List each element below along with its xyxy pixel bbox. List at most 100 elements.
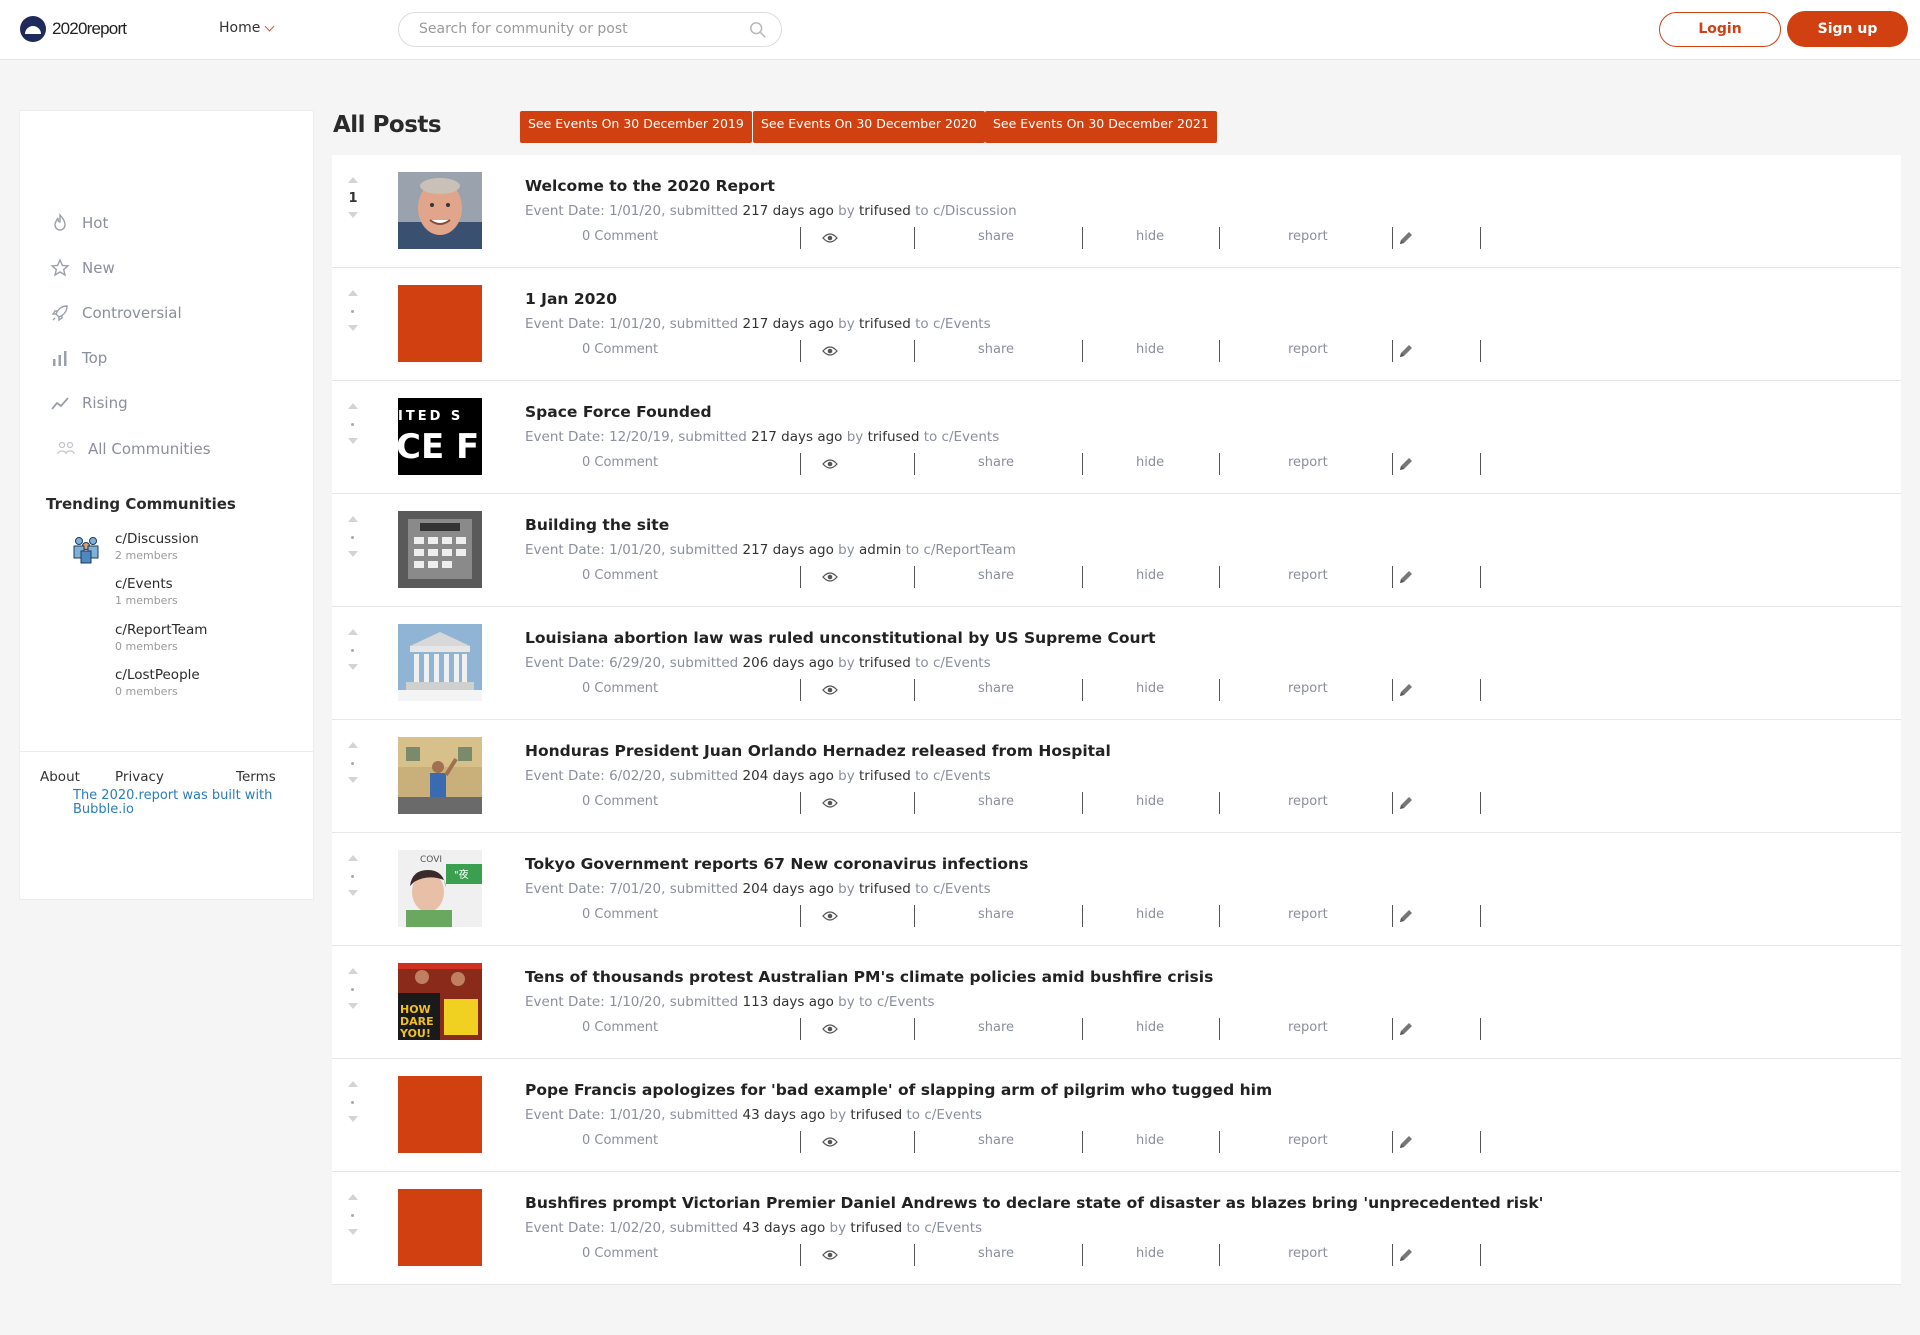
comment-link[interactable]: 0 Comment	[582, 1020, 658, 1035]
upvote-arrow-icon[interactable]	[348, 403, 358, 409]
share-link[interactable]: share	[978, 342, 1014, 357]
report-link[interactable]: report	[1288, 1246, 1328, 1261]
post-author-link[interactable]: admin	[859, 542, 901, 558]
post-title[interactable]: Louisiana abortion law was ruled unconst…	[525, 629, 1156, 647]
downvote-arrow-icon[interactable]	[348, 1116, 358, 1122]
eye-icon[interactable]	[822, 458, 838, 470]
post-community-link[interactable]: to c/Events	[859, 994, 935, 1010]
comment-link[interactable]: 0 Comment	[582, 229, 658, 244]
downvote-arrow-icon[interactable]	[348, 777, 358, 783]
post-author-link[interactable]: trifused	[850, 1220, 902, 1236]
downvote-arrow-icon[interactable]	[348, 551, 358, 557]
edit-pencil-icon[interactable]	[1398, 456, 1414, 472]
edit-pencil-icon[interactable]	[1398, 1247, 1414, 1263]
eye-icon[interactable]	[822, 232, 838, 244]
post-community-link[interactable]: to c/Discussion	[915, 203, 1017, 219]
post-community-link[interactable]: to c/Events	[924, 429, 1000, 445]
upvote-arrow-icon[interactable]	[348, 290, 358, 296]
report-link[interactable]: report	[1288, 568, 1328, 583]
comment-link[interactable]: 0 Comment	[582, 342, 658, 357]
comment-link[interactable]: 0 Comment	[582, 794, 658, 809]
downvote-arrow-icon[interactable]	[348, 1003, 358, 1009]
community-item-discussion[interactable]: c/Discussion 2 members	[115, 531, 199, 562]
edit-pencil-icon[interactable]	[1398, 1134, 1414, 1150]
eye-icon[interactable]	[822, 1023, 838, 1035]
post-title[interactable]: Building the site	[525, 516, 669, 534]
downvote-arrow-icon[interactable]	[348, 212, 358, 218]
hide-link[interactable]: hide	[1136, 342, 1164, 357]
nav-item-new[interactable]: New	[50, 258, 115, 278]
nav-item-all-communities[interactable]: All Communities	[56, 439, 211, 459]
post-author-link[interactable]: trifused	[850, 1107, 902, 1123]
post-author-link[interactable]: trifused	[859, 316, 911, 332]
search-icon[interactable]	[749, 21, 767, 39]
hide-link[interactable]: hide	[1136, 1246, 1164, 1261]
edit-pencil-icon[interactable]	[1398, 230, 1414, 246]
share-link[interactable]: share	[978, 455, 1014, 470]
eye-icon[interactable]	[822, 571, 838, 583]
post-community-link[interactable]: to c/Events	[907, 1220, 983, 1236]
downvote-arrow-icon[interactable]	[348, 890, 358, 896]
eye-icon[interactable]	[822, 345, 838, 357]
report-link[interactable]: report	[1288, 907, 1328, 922]
post-community-link[interactable]: to c/Events	[915, 316, 991, 332]
downvote-arrow-icon[interactable]	[348, 438, 358, 444]
comment-link[interactable]: 0 Comment	[582, 568, 658, 583]
footer-terms-link[interactable]: Terms	[236, 769, 276, 785]
hide-link[interactable]: hide	[1136, 681, 1164, 696]
downvote-arrow-icon[interactable]	[348, 664, 358, 670]
post-community-link[interactable]: to c/Events	[907, 1107, 983, 1123]
post-title[interactable]: Space Force Founded	[525, 403, 712, 421]
nav-item-rising[interactable]: Rising	[50, 393, 128, 413]
comment-link[interactable]: 0 Comment	[582, 1133, 658, 1148]
post-community-link[interactable]: to c/Events	[915, 768, 991, 784]
eye-icon[interactable]	[822, 1249, 838, 1261]
comment-link[interactable]: 0 Comment	[582, 907, 658, 922]
upvote-arrow-icon[interactable]	[348, 177, 358, 183]
nav-item-controversial[interactable]: Controversial	[50, 303, 182, 323]
post-author-link[interactable]: trifused	[859, 203, 911, 219]
report-link[interactable]: report	[1288, 1133, 1328, 1148]
post-community-link[interactable]: to c/Events	[915, 881, 991, 897]
comment-link[interactable]: 0 Comment	[582, 681, 658, 696]
login-button[interactable]: Login	[1659, 12, 1781, 47]
footer-privacy-link[interactable]: Privacy	[115, 769, 164, 785]
footer-about-link[interactable]: About	[40, 769, 80, 785]
comment-link[interactable]: 0 Comment	[582, 455, 658, 470]
post-community-link[interactable]: to c/ReportTeam	[906, 542, 1016, 558]
edit-pencil-icon[interactable]	[1398, 569, 1414, 585]
see-events-2021-button[interactable]: See Events On 30 December 2021	[985, 111, 1217, 143]
post-title[interactable]: Bushfires prompt Victorian Premier Danie…	[525, 1194, 1543, 1212]
report-link[interactable]: report	[1288, 455, 1328, 470]
upvote-arrow-icon[interactable]	[348, 1081, 358, 1087]
upvote-arrow-icon[interactable]	[348, 742, 358, 748]
built-with-bubble-link[interactable]: The 2020.report was built with Bubble.io	[73, 789, 283, 817]
upvote-arrow-icon[interactable]	[348, 629, 358, 635]
post-title[interactable]: Welcome to the 2020 Report	[525, 177, 775, 195]
search-input[interactable]	[419, 21, 739, 37]
home-dropdown[interactable]: Home	[219, 20, 275, 36]
report-link[interactable]: report	[1288, 342, 1328, 357]
comment-link[interactable]: 0 Comment	[582, 1246, 658, 1261]
see-events-2019-button[interactable]: See Events On 30 December 2019	[520, 111, 752, 143]
post-author-link[interactable]: trifused	[859, 655, 911, 671]
upvote-arrow-icon[interactable]	[348, 516, 358, 522]
hide-link[interactable]: hide	[1136, 1133, 1164, 1148]
eye-icon[interactable]	[822, 910, 838, 922]
post-author-link[interactable]: trifused	[868, 429, 920, 445]
eye-icon[interactable]	[822, 797, 838, 809]
edit-pencil-icon[interactable]	[1398, 343, 1414, 359]
share-link[interactable]: share	[978, 794, 1014, 809]
edit-pencil-icon[interactable]	[1398, 1021, 1414, 1037]
hide-link[interactable]: hide	[1136, 455, 1164, 470]
edit-pencil-icon[interactable]	[1398, 795, 1414, 811]
site-logo[interactable]: 2020report	[20, 16, 127, 42]
post-author-link[interactable]: trifused	[859, 768, 911, 784]
downvote-arrow-icon[interactable]	[348, 1229, 358, 1235]
upvote-arrow-icon[interactable]	[348, 855, 358, 861]
post-community-link[interactable]: to c/Events	[915, 655, 991, 671]
upvote-arrow-icon[interactable]	[348, 968, 358, 974]
report-link[interactable]: report	[1288, 1020, 1328, 1035]
share-link[interactable]: share	[978, 907, 1014, 922]
eye-icon[interactable]	[822, 684, 838, 696]
